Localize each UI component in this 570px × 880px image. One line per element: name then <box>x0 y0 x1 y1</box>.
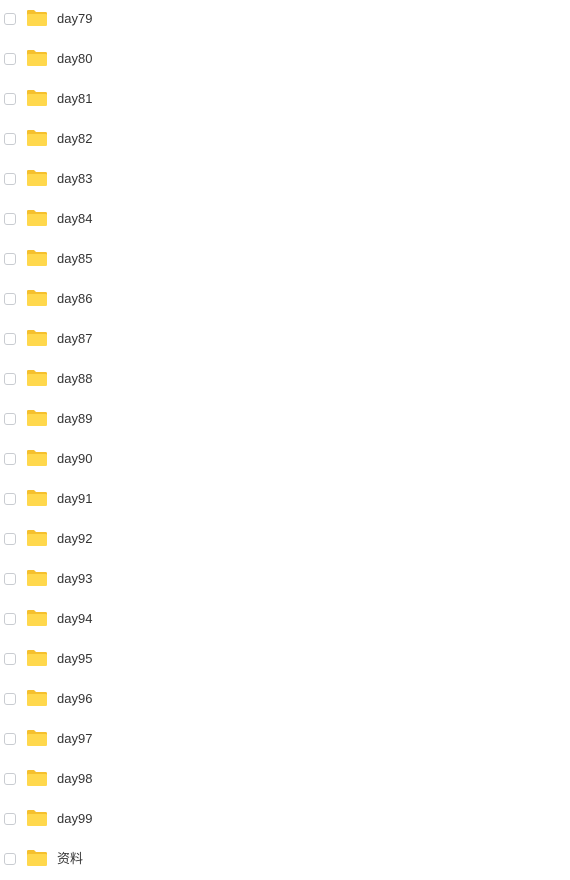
folder-name[interactable]: day83 <box>57 171 92 187</box>
row-checkbox[interactable] <box>4 613 16 625</box>
folder-name[interactable]: day85 <box>57 251 92 267</box>
list-item[interactable]: day91 <box>0 480 570 520</box>
folder-icon[interactable] <box>26 689 48 707</box>
list-item[interactable]: day93 <box>0 560 570 600</box>
folder-icon[interactable] <box>26 249 48 267</box>
row-checkbox[interactable] <box>4 253 16 265</box>
list-item[interactable]: day86 <box>0 280 570 320</box>
list-item[interactable]: day95 <box>0 640 570 680</box>
folder-name[interactable]: day84 <box>57 211 92 227</box>
folder-name[interactable]: day89 <box>57 411 92 427</box>
folder-name[interactable]: day91 <box>57 491 92 507</box>
list-item[interactable]: day99 <box>0 800 570 840</box>
list-item[interactable]: day79 <box>0 0 570 40</box>
folder-name[interactable]: day81 <box>57 91 92 107</box>
folder-name[interactable]: day92 <box>57 531 92 547</box>
folder-name[interactable]: day98 <box>57 771 92 787</box>
row-checkbox[interactable] <box>4 813 16 825</box>
folder-icon[interactable] <box>26 89 48 107</box>
folder-icon[interactable] <box>26 449 48 467</box>
folder-icon[interactable] <box>26 369 48 387</box>
file-list: day79 day80 day81 day82 day83 day84 day85 day86… <box>0 0 570 880</box>
row-checkbox[interactable] <box>4 853 16 865</box>
folder-icon[interactable] <box>26 129 48 147</box>
list-item[interactable]: day94 <box>0 600 570 640</box>
folder-icon[interactable] <box>26 489 48 507</box>
folder-name[interactable]: day87 <box>57 331 92 347</box>
row-checkbox[interactable] <box>4 453 16 465</box>
folder-icon[interactable] <box>26 809 48 827</box>
list-item[interactable]: day92 <box>0 520 570 560</box>
folder-icon[interactable] <box>26 849 48 867</box>
list-item[interactable]: day85 <box>0 240 570 280</box>
row-checkbox[interactable] <box>4 773 16 785</box>
row-checkbox[interactable] <box>4 53 16 65</box>
row-checkbox[interactable] <box>4 93 16 105</box>
list-item[interactable]: day87 <box>0 320 570 360</box>
row-checkbox[interactable] <box>4 373 16 385</box>
folder-name[interactable]: day80 <box>57 51 92 67</box>
folder-name[interactable]: day94 <box>57 611 92 627</box>
folder-icon[interactable] <box>26 529 48 547</box>
folder-name[interactable]: day86 <box>57 291 92 307</box>
folder-name[interactable]: day95 <box>57 651 92 667</box>
folder-icon[interactable] <box>26 609 48 627</box>
list-item[interactable]: day96 <box>0 680 570 720</box>
row-checkbox[interactable] <box>4 733 16 745</box>
folder-icon[interactable] <box>26 289 48 307</box>
folder-name[interactable]: day96 <box>57 691 92 707</box>
folder-icon[interactable] <box>26 9 48 27</box>
row-checkbox[interactable] <box>4 293 16 305</box>
list-item[interactable]: day97 <box>0 720 570 760</box>
folder-icon[interactable] <box>26 729 48 747</box>
folder-icon[interactable] <box>26 209 48 227</box>
folder-name[interactable]: day82 <box>57 131 92 147</box>
row-checkbox[interactable] <box>4 333 16 345</box>
list-item[interactable]: day88 <box>0 360 570 400</box>
row-checkbox[interactable] <box>4 213 16 225</box>
row-checkbox[interactable] <box>4 573 16 585</box>
row-checkbox[interactable] <box>4 413 16 425</box>
folder-icon[interactable] <box>26 409 48 427</box>
folder-name[interactable]: day99 <box>57 811 92 827</box>
row-checkbox[interactable] <box>4 533 16 545</box>
folder-name[interactable]: day90 <box>57 451 92 467</box>
folder-name[interactable]: day79 <box>57 11 92 27</box>
folder-icon[interactable] <box>26 329 48 347</box>
folder-icon[interactable] <box>26 169 48 187</box>
list-item[interactable]: day82 <box>0 120 570 160</box>
folder-name[interactable]: 资料 <box>57 851 83 867</box>
list-item[interactable]: day84 <box>0 200 570 240</box>
row-checkbox[interactable] <box>4 13 16 25</box>
folder-icon[interactable] <box>26 569 48 587</box>
folder-icon[interactable] <box>26 49 48 67</box>
list-item[interactable]: day83 <box>0 160 570 200</box>
list-item[interactable]: day80 <box>0 40 570 80</box>
row-checkbox[interactable] <box>4 653 16 665</box>
row-checkbox[interactable] <box>4 493 16 505</box>
list-item[interactable]: day98 <box>0 760 570 800</box>
row-checkbox[interactable] <box>4 133 16 145</box>
folder-icon[interactable] <box>26 649 48 667</box>
folder-name[interactable]: day93 <box>57 571 92 587</box>
list-item[interactable]: day89 <box>0 400 570 440</box>
folder-icon[interactable] <box>26 769 48 787</box>
row-checkbox[interactable] <box>4 173 16 185</box>
list-item[interactable]: day90 <box>0 440 570 480</box>
folder-name[interactable]: day97 <box>57 731 92 747</box>
folder-name[interactable]: day88 <box>57 371 92 387</box>
row-checkbox[interactable] <box>4 693 16 705</box>
list-item[interactable]: 资料 <box>0 840 570 880</box>
list-item[interactable]: day81 <box>0 80 570 120</box>
